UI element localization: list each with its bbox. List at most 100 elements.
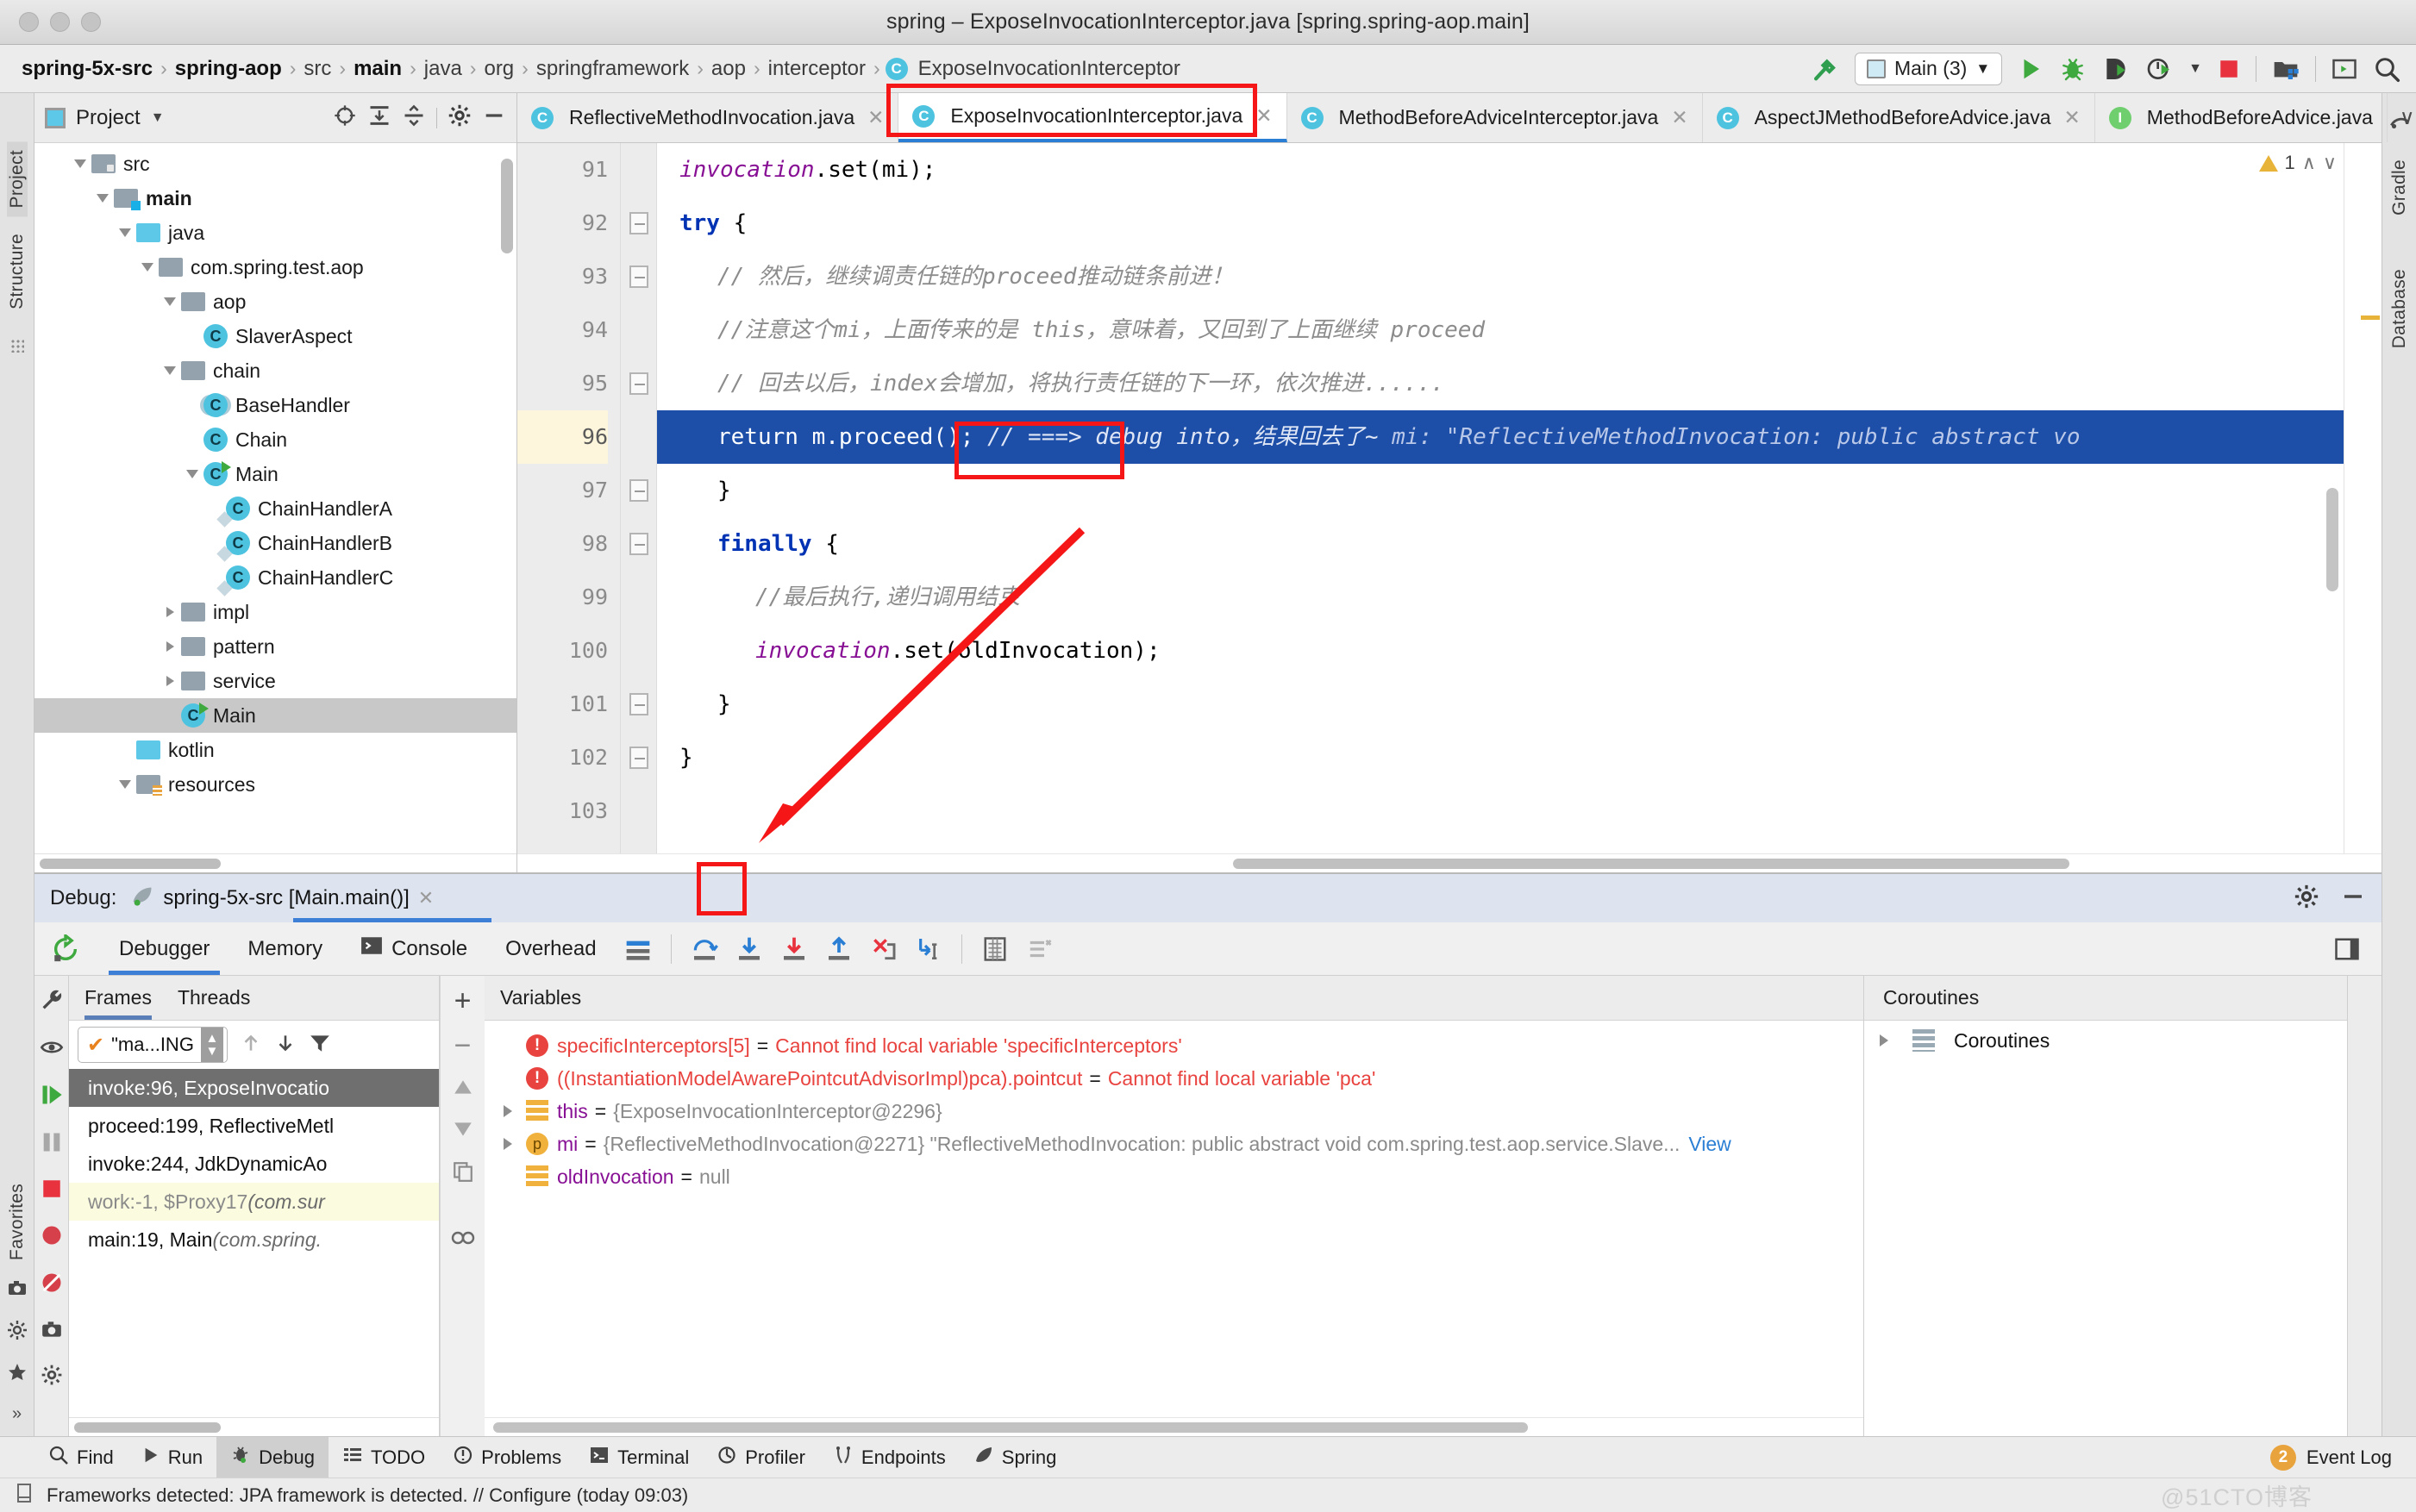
expand-arrow-icon[interactable]: [1880, 1034, 1902, 1047]
move-down-icon[interactable]: [452, 1118, 474, 1145]
expand-arrow-icon[interactable]: [504, 1138, 526, 1150]
code-line[interactable]: invocation.set(mi);: [657, 143, 2344, 197]
marker-bar[interactable]: [2344, 143, 2382, 853]
line-number[interactable]: 101: [517, 678, 608, 731]
line-number[interactable]: 94: [517, 303, 608, 357]
stop-icon[interactable]: [2218, 58, 2240, 80]
search-everywhere-icon[interactable]: [2373, 55, 2400, 83]
fold-toggle-icon[interactable]: [621, 357, 656, 410]
arrow-up-icon[interactable]: [240, 1032, 262, 1059]
line-number[interactable]: 92: [517, 197, 608, 250]
hide-icon[interactable]: [2340, 884, 2366, 914]
layout-settings-icon[interactable]: [2325, 927, 2369, 972]
code-line[interactable]: invocation.set(oldInvocation);: [657, 624, 2344, 678]
gear-icon[interactable]: [448, 103, 472, 132]
tree-toggle-arrow-icon[interactable]: [159, 366, 181, 375]
code-area[interactable]: invocation.set(mi); try {// 然后，继续调责任链的pro…: [657, 143, 2344, 853]
code-line[interactable]: try {: [657, 197, 2344, 250]
line-number[interactable]: 98: [517, 517, 608, 571]
bottom-tab-debug[interactable]: Debug: [216, 1437, 329, 1478]
line-number[interactable]: 99: [517, 571, 608, 624]
settings-icon[interactable]: [41, 1364, 63, 1390]
resume-icon[interactable]: [40, 1083, 64, 1111]
tree-toggle-arrow-icon[interactable]: [114, 228, 136, 237]
thread-selector[interactable]: ✔ "ma...ING ▲ ▼: [78, 1027, 228, 1063]
tree-toggle-arrow-icon[interactable]: [181, 470, 203, 478]
tree-node-java[interactable]: java: [34, 216, 516, 250]
code-line[interactable]: }: [657, 731, 2344, 784]
frames-list[interactable]: invoke:96, ExposeInvocatio proceed:199, R…: [69, 1069, 439, 1417]
tree-node-service[interactable]: service: [34, 664, 516, 698]
camera-icon[interactable]: [7, 1278, 28, 1303]
breadcrumb-item-7[interactable]: aop: [709, 57, 748, 81]
tab-frames[interactable]: Frames: [84, 976, 152, 1020]
code-folding-gutter[interactable]: [621, 143, 657, 853]
sidebar-tab-structure[interactable]: Structure: [7, 225, 28, 318]
tab-console[interactable]: Console: [341, 922, 486, 975]
bottom-tab-profiler[interactable]: Profiler: [703, 1437, 819, 1478]
scrollbar-thumb[interactable]: [493, 1421, 1528, 1433]
settings-icon[interactable]: [7, 1320, 28, 1345]
next-problem-icon[interactable]: ∨: [2323, 152, 2337, 174]
show-execution-point-icon[interactable]: [616, 927, 660, 972]
breadcrumb-item-5[interactable]: org: [481, 57, 516, 81]
breadcrumb-item-6[interactable]: springframework: [534, 57, 692, 81]
tree-toggle-arrow-icon[interactable]: [69, 159, 91, 168]
move-up-icon[interactable]: [452, 1076, 474, 1103]
breadcrumb-item-8[interactable]: interceptor: [766, 57, 868, 81]
project-structure-icon[interactable]: [2272, 55, 2300, 83]
collapse-all-icon[interactable]: [402, 103, 426, 132]
breadcrumb-item-9[interactable]: ExposeInvocationInterceptor: [916, 57, 1183, 81]
bottom-tab-problems[interactable]: Problems: [439, 1437, 575, 1478]
tree-toggle-arrow-icon[interactable]: [159, 641, 181, 652]
tree-node-main[interactable]: C Main: [34, 698, 516, 733]
tree-node-pattern[interactable]: pattern: [34, 629, 516, 664]
hide-icon[interactable]: [482, 103, 506, 132]
tree-toggle-arrow-icon[interactable]: [159, 607, 181, 617]
fold-toggle-icon[interactable]: [621, 197, 656, 250]
hammer-icon[interactable]: [1810, 54, 1839, 84]
tree-toggle-arrow-icon[interactable]: [91, 194, 114, 203]
frames-hscrollbar[interactable]: [69, 1417, 439, 1436]
coroutines-root-row[interactable]: Coroutines: [1864, 1021, 2347, 1060]
code-line[interactable]: return m.proceed(); // ===> debug into，结…: [657, 410, 2344, 464]
variables-list[interactable]: ! specificInterceptors[5] = Cannot find loc…: [485, 1021, 1863, 1417]
mute-breakpoints-icon[interactable]: [40, 1271, 64, 1299]
line-number[interactable]: 96: [517, 410, 608, 464]
editor-tab-exposeinvocationinterceptor[interactable]: C ExposeInvocationInterceptor.java ✕: [898, 93, 1287, 142]
favorites-star-icon[interactable]: [7, 1362, 28, 1387]
project-tree[interactable]: src main java com.spring.test.aop aop C Slaver…: [34, 143, 516, 853]
code-line[interactable]: }: [657, 678, 2344, 731]
code-line[interactable]: [657, 784, 2344, 838]
gear-icon[interactable]: [2294, 884, 2319, 914]
line-number[interactable]: 100: [517, 624, 608, 678]
wrench-icon[interactable]: [40, 988, 64, 1016]
bottom-tab-run[interactable]: Run: [128, 1437, 216, 1478]
breadcrumb-item-0[interactable]: spring-5x-src: [19, 57, 155, 81]
prev-problem-icon[interactable]: ∧: [2302, 152, 2316, 174]
code-line[interactable]: finally {: [657, 517, 2344, 571]
tab-overhead[interactable]: Overhead: [486, 922, 615, 975]
tree-node-impl[interactable]: impl: [34, 595, 516, 629]
code-line[interactable]: //注意这个mi，上面传来的是 this，意味着，又回到了上面继续 procee…: [657, 303, 2344, 357]
breadcrumb-item-1[interactable]: spring-aop: [172, 57, 285, 81]
frame-row[interactable]: invoke:96, ExposeInvocatio: [69, 1069, 439, 1107]
tab-memory[interactable]: Memory: [228, 922, 341, 975]
variable-row[interactable]: this = {ExposeInvocationInterceptor@2296}: [485, 1095, 1863, 1128]
line-number[interactable]: 91: [517, 143, 608, 197]
evaluate-expression-icon[interactable]: [973, 927, 1017, 972]
remove-icon[interactable]: −: [454, 1031, 472, 1060]
tree-toggle-arrow-icon[interactable]: [159, 297, 181, 306]
bottom-tab-spring[interactable]: Spring: [960, 1437, 1071, 1478]
chevron-down-icon[interactable]: ▼: [2188, 61, 2202, 77]
bottom-tab-endpoints[interactable]: Endpoints: [819, 1437, 960, 1478]
line-number[interactable]: 103: [517, 784, 608, 838]
more-icon[interactable]: »: [12, 1404, 22, 1424]
variable-row[interactable]: ! ((InstantiationModelAwarePointcutAdviso…: [485, 1062, 1863, 1095]
tab-overflow-chevron-icon[interactable]: ∨: [2400, 105, 2415, 130]
bottom-tab-terminal[interactable]: Terminal: [575, 1437, 703, 1478]
close-tab-icon[interactable]: ✕: [1255, 104, 1272, 128]
variable-row[interactable]: ! specificInterceptors[5] = Cannot find loc…: [485, 1029, 1863, 1062]
close-tab-icon[interactable]: ✕: [2064, 106, 2081, 129]
run-with-coverage-icon[interactable]: [2102, 55, 2130, 83]
